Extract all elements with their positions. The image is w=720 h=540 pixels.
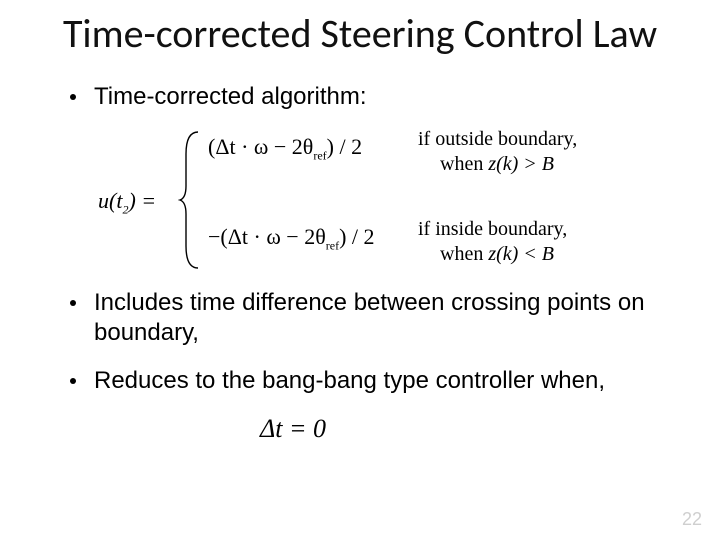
case1-condition: if outside boundary, when z(k) > B [418, 128, 638, 176]
bullet-2-text: Includes time difference between crossin… [94, 288, 670, 348]
case2-expr-a: −(Δt · ω − 2θ [208, 224, 326, 249]
bullet-3-text: Reduces to the bang-bang type controller… [94, 366, 670, 396]
bullet-dot-icon [70, 300, 76, 306]
dt0-text: Δt = 0 [260, 414, 326, 443]
bullet-dot-icon [70, 378, 76, 384]
case2-expr: −(Δt · ω − 2θref) / 2 [208, 224, 375, 253]
bullet-1: Time-corrected algorithm: [70, 82, 670, 112]
case1-expr-b: ) / 2 [327, 134, 362, 159]
bullet-dot-icon [70, 94, 76, 100]
case1-theta-sub: ref [313, 149, 326, 163]
case2-zkb: z(k) < B [488, 243, 554, 265]
case2-condition: if inside boundary, when z(k) < B [418, 218, 638, 266]
case1-when: when [440, 153, 488, 175]
case2-cond-line2: when z(k) < B [418, 243, 638, 266]
equation-lhs: u(t2) = [98, 188, 156, 217]
slide: Time-corrected Steering Control Law Time… [0, 0, 720, 540]
equation-block: u(t2) = (Δt · ω − 2θref) / 2 if outside … [98, 130, 670, 270]
bullet-2: Includes time difference between crossin… [70, 288, 670, 348]
case1-expr-a: (Δt · ω − 2θ [208, 134, 313, 159]
eq-arg-open: (t [109, 188, 122, 213]
slide-title: Time-corrected Steering Control Law [0, 0, 720, 56]
case2-theta-sub: ref [326, 239, 339, 253]
equation-case-2: −(Δt · ω − 2θref) / 2 if inside boundary… [208, 224, 375, 254]
case1-cond-line1: if outside boundary, [418, 128, 638, 151]
case1-zkb: z(k) > B [488, 153, 554, 175]
eq-arg-close: ) = [128, 188, 156, 213]
bullet-1-text: Time-corrected algorithm: [94, 82, 670, 112]
case2-expr-b: ) / 2 [339, 224, 374, 249]
equation-case-1: (Δt · ω − 2θref) / 2 if outside boundary… [208, 134, 362, 164]
case1-cond-line2: when z(k) > B [418, 153, 638, 176]
case1-expr: (Δt · ω − 2θref) / 2 [208, 134, 362, 163]
case2-cond-line1: if inside boundary, [418, 218, 638, 241]
page-number: 22 [682, 509, 702, 530]
dt-zero-equation: Δt = 0 [260, 414, 670, 444]
case2-when: when [440, 243, 488, 265]
curly-brace-icon [178, 130, 204, 270]
bullets-block: Time-corrected algorithm: u(t2) = (Δt · … [0, 56, 720, 444]
bullet-3: Reduces to the bang-bang type controller… [70, 366, 670, 396]
eq-u: u [98, 188, 109, 213]
